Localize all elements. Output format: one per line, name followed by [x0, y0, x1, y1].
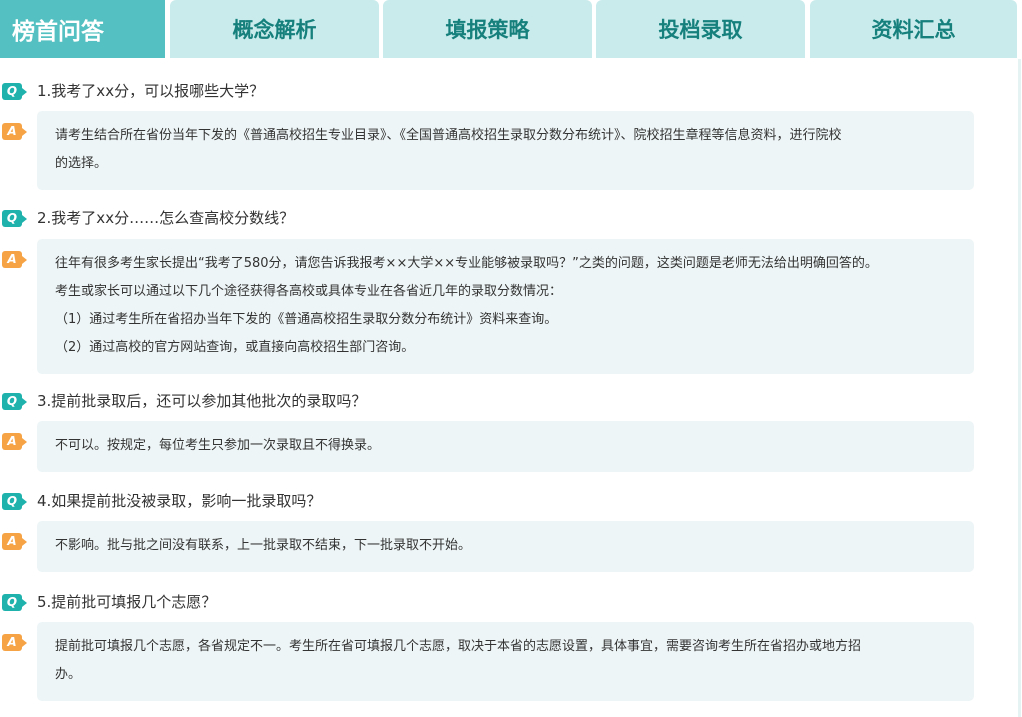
answer-line: （2）通过高校的官方网站查询，或直接向高校招生部门咨询。 — [55, 340, 415, 355]
answer-icon: A — [2, 634, 27, 651]
answer-icon: A — [2, 251, 27, 268]
question-row: Q 3.提前批录取后，还可以参加其他批次的录取吗？ — [0, 390, 1000, 414]
answer-line: 提前批可填报几个志愿，各省规定不一。考生所在省可填报几个志愿，取决于本省的志愿设… — [55, 639, 862, 654]
answer-row: A 往年有很多考生家长提出“我考了580分，请您告诉我报考××大学××专业能够被… — [0, 239, 1000, 374]
answer-row: A 提前批可填报几个志愿，各省规定不一。考生所在省可填报几个志愿，取决于本省的志… — [0, 622, 1000, 701]
answer-icon: A — [2, 533, 27, 550]
answer-line: 不可以。按规定，每位考生只参加一次录取且不得换录。 — [55, 438, 381, 453]
tab-concepts[interactable]: 概念解析 — [170, 0, 379, 58]
question-icon: Q — [2, 83, 27, 100]
question-icon: Q — [2, 594, 27, 611]
answer-box: 请考生结合所在省份当年下发的《普通高校招生专业目录》、《全国普通高校招生录取分数… — [37, 111, 974, 190]
question-row: Q 5.提前批可填报几个志愿？ — [0, 591, 1000, 615]
answer-line: （1）通过考生所在省招办当年下发的《普通高校招生录取分数分布统计》资料来查询。 — [55, 312, 558, 327]
faq-item-2: Q 2.我考了xx分……怎么查高校分数线？ A 往年有很多考生家长提出“我考了5… — [0, 207, 1000, 374]
answer-line: 的选择。 — [55, 156, 108, 171]
question-icon: Q — [2, 393, 27, 410]
answer-box: 往年有很多考生家长提出“我考了580分，请您告诉我报考××大学××专业能够被录取… — [37, 239, 974, 374]
faq-item-5: Q 5.提前批可填报几个志愿？ A 提前批可填报几个志愿，各省规定不一。考生所在… — [0, 591, 1000, 701]
answer-icon: A — [2, 123, 27, 140]
content-right-border — [1018, 59, 1021, 717]
answer-row: A 不影响。批与批之间没有联系，上一批录取不结束，下一批录取不开始。 — [0, 521, 1000, 572]
answer-icon: A — [2, 433, 27, 450]
question-text: 2.我考了xx分……怎么查高校分数线？ — [37, 209, 295, 227]
answer-row: A 请考生结合所在省份当年下发的《普通高校招生专业目录》、《全国普通高校招生录取… — [0, 111, 1000, 190]
question-text: 4.如果提前批没被录取，影响一批录取吗？ — [37, 492, 322, 510]
question-text: 3.提前批录取后，还可以参加其他批次的录取吗？ — [37, 392, 367, 410]
tab-bar: 榜首问答 概念解析 填报策略 投档录取 资料汇总 — [0, 0, 1022, 59]
answer-line: 不影响。批与批之间没有联系，上一批录取不结束，下一批录取不开始。 — [55, 538, 472, 553]
answer-line: 往年有很多考生家长提出“我考了580分，请您告诉我报考××大学××专业能够被录取… — [55, 256, 878, 271]
answer-row: A 不可以。按规定，每位考生只参加一次录取且不得换录。 — [0, 421, 1000, 472]
question-row: Q 4.如果提前批没被录取，影响一批录取吗？ — [0, 490, 1000, 514]
question-icon: Q — [2, 493, 27, 510]
answer-box: 不影响。批与批之间没有联系，上一批录取不结束，下一批录取不开始。 — [37, 521, 974, 572]
faq-item-1: Q 1.我考了xx分，可以报哪些大学？ A 请考生结合所在省份当年下发的《普通高… — [0, 80, 1000, 190]
tab-strategy[interactable]: 填报策略 — [383, 0, 592, 58]
answer-line: 办。 — [55, 667, 82, 682]
tab-resources[interactable]: 资料汇总 — [810, 0, 1017, 58]
answer-box: 不可以。按规定，每位考生只参加一次录取且不得换录。 — [37, 421, 974, 472]
faq-item-4: Q 4.如果提前批没被录取，影响一批录取吗？ A 不影响。批与批之间没有联系，上… — [0, 490, 1000, 572]
answer-line: 考生或家长可以通过以下几个途径获得各高校或具体专业在各省近几年的录取分数情况： — [55, 284, 563, 299]
faq-item-3: Q 3.提前批录取后，还可以参加其他批次的录取吗？ A 不可以。按规定，每位考生… — [0, 390, 1000, 472]
answer-line: 请考生结合所在省份当年下发的《普通高校招生专业目录》、《全国普通高校招生录取分数… — [55, 128, 842, 143]
tab-admission[interactable]: 投档录取 — [596, 0, 805, 58]
question-row: Q 2.我考了xx分……怎么查高校分数线？ — [0, 207, 1000, 231]
answer-box: 提前批可填报几个志愿，各省规定不一。考生所在省可填报几个志愿，取决于本省的志愿设… — [37, 622, 974, 701]
question-text: 5.提前批可填报几个志愿？ — [37, 593, 217, 611]
question-icon: Q — [2, 210, 27, 227]
tab-top-qa[interactable]: 榜首问答 — [0, 0, 165, 58]
question-text: 1.我考了xx分，可以报哪些大学？ — [37, 82, 265, 100]
question-row: Q 1.我考了xx分，可以报哪些大学？ — [0, 80, 1000, 104]
